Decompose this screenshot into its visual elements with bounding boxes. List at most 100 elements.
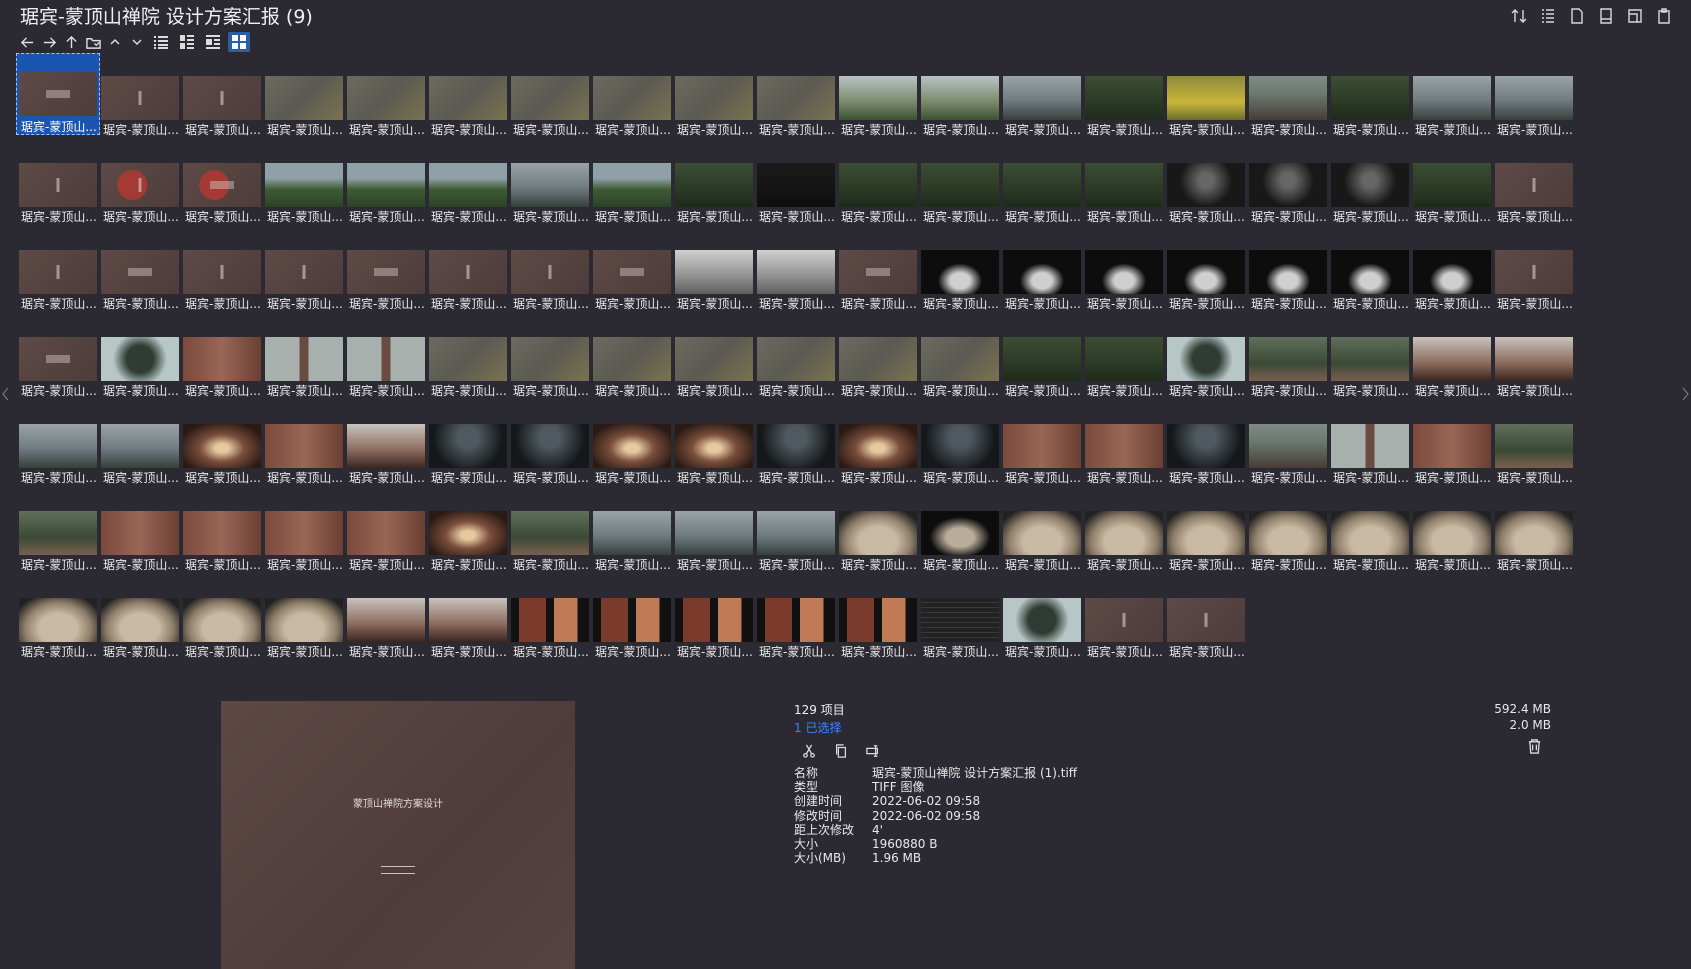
thumbnail-item[interactable]: 琚宾-蒙顶山...	[1167, 318, 1245, 398]
details-list-icon[interactable]	[1538, 6, 1557, 25]
thumbnail-item[interactable]: 琚宾-蒙顶山...	[593, 318, 671, 398]
thumbnail-item[interactable]: 琚宾-蒙顶山...	[511, 231, 589, 311]
thumbnail-item[interactable]: 琚宾-蒙顶山...	[839, 144, 917, 224]
thumbnail-item[interactable]: 琚宾-蒙顶山...	[1413, 144, 1491, 224]
thumbnail-item[interactable]: 琚宾-蒙顶山...	[511, 579, 589, 659]
selected-count[interactable]: 1 已选择	[794, 719, 1132, 736]
thumbnail-item[interactable]: 琚宾-蒙顶山...	[921, 579, 999, 659]
thumbnail-item[interactable]: 琚宾-蒙顶山...	[593, 144, 671, 224]
thumbnail-item[interactable]: 琚宾-蒙顶山...	[839, 231, 917, 311]
thumbnail-item[interactable]: 琚宾-蒙顶山...	[757, 579, 835, 659]
thumbnail-item[interactable]: 琚宾-蒙顶山...	[265, 231, 343, 311]
back-arrow-icon[interactable]	[18, 32, 36, 52]
thumbnails-view-icon[interactable]	[228, 32, 250, 52]
thumbnail-item[interactable]: 琚宾-蒙顶山...	[429, 231, 507, 311]
thumbnail-item[interactable]: 琚宾-蒙顶山...	[839, 405, 917, 485]
thumbnail-item[interactable]: 琚宾-蒙顶山...	[1495, 318, 1573, 398]
thumbnail-item[interactable]: 琚宾-蒙顶山...	[265, 579, 343, 659]
tiles-view-icon[interactable]	[202, 32, 224, 52]
thumbnail-item[interactable]: 琚宾-蒙顶山...	[1413, 405, 1491, 485]
thumbnail-item[interactable]: 琚宾-蒙顶山...	[1331, 318, 1409, 398]
thumbnail-item[interactable]: 琚宾-蒙顶山...	[1249, 405, 1327, 485]
thumbnail-item[interactable]: 琚宾-蒙顶山...	[675, 231, 753, 311]
file-icon[interactable]	[1567, 6, 1586, 25]
thumbnail-item[interactable]: 琚宾-蒙顶山...	[593, 405, 671, 485]
thumbnail-item[interactable]: 琚宾-蒙顶山...	[1085, 492, 1163, 572]
thumbnail-item[interactable]: 琚宾-蒙顶山...	[921, 492, 999, 572]
thumbnail-item[interactable]: 琚宾-蒙顶山...	[1003, 231, 1081, 311]
thumbnail-item[interactable]: 琚宾-蒙顶山...	[511, 318, 589, 398]
thumbnail-item[interactable]: 琚宾-蒙顶山...	[1413, 231, 1491, 311]
thumbnail-item[interactable]: 琚宾-蒙顶山...	[921, 144, 999, 224]
thumbnail-item[interactable]: 琚宾-蒙顶山...	[1249, 57, 1327, 137]
thumbnail-item[interactable]: 琚宾-蒙顶山...	[265, 405, 343, 485]
thumbnail-item[interactable]: 琚宾-蒙顶山...	[265, 144, 343, 224]
thumbnail-item[interactable]: 琚宾-蒙顶山...	[1331, 405, 1409, 485]
thumbnail-item[interactable]: 琚宾-蒙顶山...	[675, 318, 753, 398]
thumbnail-item[interactable]: 琚宾-蒙顶山...	[1331, 492, 1409, 572]
thumbnail-item[interactable]: 琚宾-蒙顶山...	[183, 405, 261, 485]
thumbnail-item[interactable]: 琚宾-蒙顶山...	[1003, 579, 1081, 659]
thumbnail-item[interactable]: 琚宾-蒙顶山...	[1413, 57, 1491, 137]
thumbnail-item[interactable]: 琚宾-蒙顶山...	[921, 405, 999, 485]
thumbnail-item[interactable]: 琚宾-蒙顶山...	[1003, 405, 1081, 485]
clipboard-icon[interactable]	[1654, 6, 1673, 25]
thumbnail-item[interactable]: 琚宾-蒙顶山...	[1085, 318, 1163, 398]
thumbnail-item[interactable]: 琚宾-蒙顶山...	[839, 579, 917, 659]
thumbnail-item[interactable]: 琚宾-蒙顶山...	[593, 231, 671, 311]
thumbnail-item[interactable]: 琚宾-蒙顶山...	[1003, 57, 1081, 137]
thumbnail-item[interactable]: 琚宾-蒙顶山...	[839, 57, 917, 137]
thumbnail-item[interactable]: 琚宾-蒙顶山...	[1495, 231, 1573, 311]
thumbnail-item[interactable]: 琚宾-蒙顶山...	[757, 405, 835, 485]
thumbnail-item[interactable]: 琚宾-蒙顶山...	[347, 231, 425, 311]
thumbnail-item[interactable]: 琚宾-蒙顶山...	[1085, 579, 1163, 659]
list-view-icon[interactable]	[150, 32, 172, 52]
thumbnail-item[interactable]: 琚宾-蒙顶山...	[921, 231, 999, 311]
thumbnail-item[interactable]: 琚宾-蒙顶山...	[183, 57, 261, 137]
thumbnail-item[interactable]: 琚宾-蒙顶山...	[1413, 318, 1491, 398]
chevron-down-icon[interactable]	[128, 32, 146, 52]
thumbnail-item[interactable]: 琚宾-蒙顶山...	[1495, 405, 1573, 485]
thumbnail-item[interactable]: 琚宾-蒙顶山...	[839, 318, 917, 398]
thumbnail-item[interactable]: 琚宾-蒙顶山...	[429, 405, 507, 485]
thumbnail-item[interactable]: 琚宾-蒙顶山...	[19, 492, 97, 572]
thumbnail-item[interactable]: 琚宾-蒙顶山...	[1085, 231, 1163, 311]
thumbnail-item[interactable]: 琚宾-蒙顶山...	[19, 144, 97, 224]
thumbnail-item[interactable]: 琚宾-蒙顶山...	[1167, 405, 1245, 485]
thumbnail-item[interactable]: 琚宾-蒙顶山...	[183, 231, 261, 311]
thumbnail-item[interactable]: 琚宾-蒙顶山...	[347, 318, 425, 398]
thumbnail-item[interactable]: 琚宾-蒙顶山...	[593, 492, 671, 572]
thumbnail-item[interactable]: 琚宾-蒙顶山...	[511, 405, 589, 485]
chevron-right-icon[interactable]	[1681, 386, 1689, 446]
thumbnail-item[interactable]: 琚宾-蒙顶山...	[1331, 144, 1409, 224]
thumbnail-item[interactable]: 琚宾-蒙顶山...	[16, 53, 100, 135]
up-arrow-icon[interactable]	[62, 32, 80, 52]
thumbnail-item[interactable]: 琚宾-蒙顶山...	[921, 57, 999, 137]
thumbnail-item[interactable]: 琚宾-蒙顶山...	[511, 492, 589, 572]
thumbnail-item[interactable]: 琚宾-蒙顶山...	[19, 579, 97, 659]
thumbnail-item[interactable]: 琚宾-蒙顶山...	[1249, 492, 1327, 572]
thumbnail-item[interactable]: 琚宾-蒙顶山...	[511, 144, 589, 224]
thumbnail-item[interactable]: 琚宾-蒙顶山...	[757, 144, 835, 224]
thumbnail-item[interactable]: 琚宾-蒙顶山...	[593, 579, 671, 659]
thumbnail-item[interactable]: 琚宾-蒙顶山...	[347, 405, 425, 485]
thumbnail-item[interactable]: 琚宾-蒙顶山...	[19, 318, 97, 398]
thumbnail-item[interactable]: 琚宾-蒙顶山...	[1331, 231, 1409, 311]
thumbnail-item[interactable]: 琚宾-蒙顶山...	[1249, 144, 1327, 224]
thumbnail-item[interactable]: 琚宾-蒙顶山...	[1085, 405, 1163, 485]
thumbnail-item[interactable]: 琚宾-蒙顶山...	[101, 144, 179, 224]
thumbnail-item[interactable]: 琚宾-蒙顶山...	[675, 57, 753, 137]
thumbnail-item[interactable]: 琚宾-蒙顶山...	[1003, 318, 1081, 398]
thumbnail-item[interactable]: 琚宾-蒙顶山...	[265, 492, 343, 572]
thumbnail-item[interactable]: 琚宾-蒙顶山...	[757, 492, 835, 572]
chevron-left-icon[interactable]	[2, 386, 10, 446]
thumbnail-item[interactable]: 琚宾-蒙顶山...	[19, 231, 97, 311]
trash-icon[interactable]	[1527, 739, 1545, 757]
thumbnail-item[interactable]: 琚宾-蒙顶山...	[1003, 492, 1081, 572]
thumbnail-item[interactable]: 琚宾-蒙顶山...	[1167, 144, 1245, 224]
thumbnail-item[interactable]: 琚宾-蒙顶山...	[1167, 231, 1245, 311]
thumbnail-item[interactable]: 琚宾-蒙顶山...	[675, 579, 753, 659]
thumbnail-item[interactable]: 琚宾-蒙顶山...	[675, 405, 753, 485]
thumbnail-item[interactable]: 琚宾-蒙顶山...	[429, 492, 507, 572]
thumbnail-item[interactable]: 琚宾-蒙顶山...	[347, 57, 425, 137]
